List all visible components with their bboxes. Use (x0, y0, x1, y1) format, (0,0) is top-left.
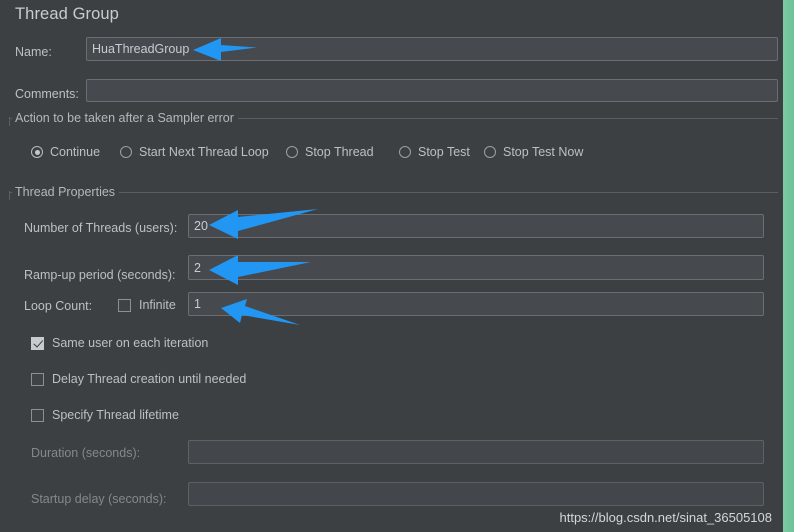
name-input[interactable] (86, 37, 778, 61)
infinite-label: Infinite (139, 298, 176, 312)
checkbox-indicator-icon (31, 408, 44, 422)
number-of-threads-input[interactable] (188, 214, 764, 238)
checkbox-indicator-icon (31, 336, 44, 350)
checkbox-indicator-icon (31, 372, 44, 386)
radio-indicator-icon (399, 146, 411, 158)
radio-stop-test[interactable]: Stop Test (399, 145, 470, 159)
sampler-error-group-title: Action to be taken after a Sampler error (12, 111, 238, 125)
radio-label: Stop Thread (305, 145, 374, 159)
group-border-top-thread-props (9, 192, 778, 193)
startup-delay-label: Startup delay (seconds): (31, 492, 167, 506)
infinite-checkbox[interactable]: Infinite (118, 298, 176, 312)
radio-start-next-thread-loop[interactable]: Start Next Thread Loop (120, 145, 269, 159)
radio-indicator-icon (484, 146, 496, 158)
radio-label: Stop Test Now (503, 145, 584, 159)
checkbox-indicator-icon (118, 298, 131, 312)
thread-group-panel: Thread Group Name: Comments: Action to b… (0, 0, 783, 532)
same-user-each-iteration-checkbox[interactable]: Same user on each iteration (31, 336, 208, 350)
loop-count-input[interactable] (188, 292, 764, 316)
startup-delay-input[interactable] (188, 482, 764, 506)
radio-stop-thread[interactable]: Stop Thread (286, 145, 374, 159)
radio-label: Stop Test (418, 145, 470, 159)
duration-label: Duration (seconds): (31, 446, 141, 460)
duration-input[interactable] (188, 440, 764, 464)
radio-continue[interactable]: Continue (31, 145, 100, 159)
ramp-up-period-label: Ramp-up period (seconds): (24, 268, 176, 282)
comments-label: Comments: (15, 87, 79, 101)
specify-thread-lifetime-checkbox[interactable]: Specify Thread lifetime (31, 408, 179, 422)
page-title: Thread Group (15, 5, 119, 23)
radio-stop-test-now[interactable]: Stop Test Now (484, 145, 583, 159)
number-of-threads-label: Number of Threads (users): (24, 221, 178, 235)
thread-properties-group-title: Thread Properties (12, 185, 120, 199)
checkbox-label: Same user on each iteration (52, 336, 209, 350)
checkbox-label: Specify Thread lifetime (52, 408, 179, 422)
delay-thread-creation-checkbox[interactable]: Delay Thread creation until needed (31, 372, 246, 386)
comments-input[interactable] (86, 79, 778, 102)
radio-label: Start Next Thread Loop (139, 145, 269, 159)
watermark-text: https://blog.csdn.net/sinat_36505108 (559, 510, 773, 525)
name-label: Name: (15, 45, 52, 59)
checkbox-label: Delay Thread creation until needed (52, 372, 247, 386)
loop-count-label: Loop Count: (24, 299, 93, 313)
radio-indicator-icon (120, 146, 132, 158)
ramp-up-period-input[interactable] (188, 255, 764, 280)
radio-label: Continue (50, 145, 101, 159)
radio-indicator-icon (31, 146, 43, 158)
radio-indicator-icon (286, 146, 298, 158)
window-edge-strip (783, 0, 794, 532)
